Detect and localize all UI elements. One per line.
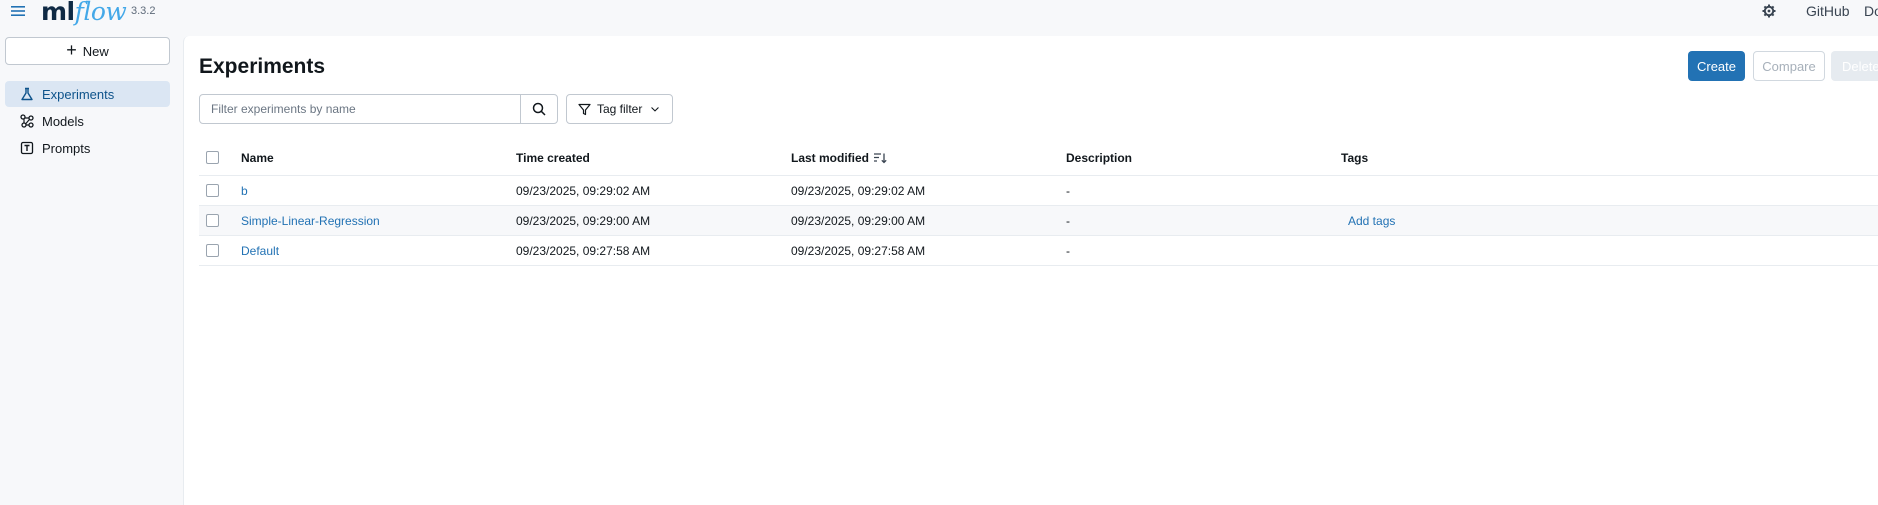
add-tags-link[interactable]: Add tags bbox=[1348, 206, 1395, 235]
experiment-name-link[interactable]: Simple-Linear-Regression bbox=[241, 206, 380, 235]
description-cell: - bbox=[1066, 183, 1070, 198]
time-created-cell: 09/23/2025, 09:27:58 AM bbox=[516, 243, 651, 258]
table-row[interactable]: Default 09/23/2025, 09:27:58 AM 09/23/20… bbox=[199, 236, 1878, 266]
create-button[interactable]: Create bbox=[1688, 51, 1745, 81]
column-header-time-created[interactable]: Time created bbox=[516, 140, 590, 175]
sidebar-item-label: Prompts bbox=[42, 140, 91, 156]
new-button[interactable]: + New bbox=[5, 37, 170, 65]
new-button-label: New bbox=[82, 43, 109, 59]
top-bar: mlflow 3.3.2 GitHub Docs bbox=[0, 0, 1878, 36]
time-created-cell: 09/23/2025, 09:29:02 AM bbox=[516, 183, 651, 198]
search-input[interactable] bbox=[199, 94, 521, 124]
compare-button[interactable]: Compare bbox=[1753, 51, 1825, 81]
sidebar: + New Experiments Models Prompts bbox=[0, 36, 183, 505]
models-icon bbox=[20, 114, 34, 128]
column-header-description: Description bbox=[1066, 150, 1133, 165]
experiment-name-link[interactable]: b bbox=[241, 176, 248, 205]
column-header-label: Last modified bbox=[791, 150, 870, 165]
page-title: Experiments bbox=[199, 55, 326, 78]
sidebar-item-label: Experiments bbox=[42, 86, 115, 102]
last-modified-cell: 09/23/2025, 09:29:00 AM bbox=[791, 213, 926, 228]
logo-ml-text: ml bbox=[41, 0, 75, 26]
row-checkbox[interactable] bbox=[206, 184, 219, 197]
main-content: Experiments Create Compare Delete Tag fi… bbox=[183, 36, 1878, 505]
prompt-icon bbox=[20, 141, 34, 155]
delete-button[interactable]: Delete bbox=[1831, 51, 1878, 81]
menu-icon[interactable] bbox=[11, 4, 25, 18]
sidebar-item-models[interactable]: Models bbox=[5, 108, 170, 134]
column-header-tags: Tags bbox=[1341, 150, 1369, 165]
column-header-last-modified[interactable]: Last modified bbox=[791, 140, 887, 175]
search-icon bbox=[532, 102, 546, 116]
tag-filter-dropdown[interactable]: Tag filter bbox=[566, 94, 673, 124]
last-modified-cell: 09/23/2025, 09:29:02 AM bbox=[791, 183, 926, 198]
experiment-name-link[interactable]: Default bbox=[241, 236, 279, 265]
docs-link[interactable]: Docs bbox=[1864, 3, 1878, 19]
filter-icon bbox=[578, 103, 591, 115]
table-row[interactable]: Simple-Linear-Regression 09/23/2025, 09:… bbox=[199, 206, 1878, 236]
table-header-row: Name Time created Last modified Descript… bbox=[199, 140, 1878, 176]
settings-icon[interactable] bbox=[1762, 4, 1776, 18]
plus-icon: + bbox=[66, 40, 77, 60]
last-modified-cell: 09/23/2025, 09:27:58 AM bbox=[791, 243, 926, 258]
experiments-table: Name Time created Last modified Descript… bbox=[199, 140, 1878, 266]
mlflow-logo[interactable]: mlflow bbox=[41, 0, 127, 27]
version-label: 3.3.2 bbox=[131, 5, 156, 17]
logo-flow-text: flow bbox=[74, 0, 127, 26]
search-button[interactable] bbox=[520, 94, 558, 124]
table-row[interactable]: b 09/23/2025, 09:29:02 AM 09/23/2025, 09… bbox=[199, 176, 1878, 206]
chevron-down-icon bbox=[651, 107, 660, 112]
time-created-cell: 09/23/2025, 09:29:00 AM bbox=[516, 213, 651, 228]
column-header-name[interactable]: Name bbox=[241, 140, 274, 175]
sort-descending-icon[interactable] bbox=[873, 152, 887, 164]
description-cell: - bbox=[1066, 243, 1070, 258]
github-link[interactable]: GitHub bbox=[1806, 3, 1850, 19]
tag-filter-label: Tag filter bbox=[597, 102, 643, 116]
sidebar-item-label: Models bbox=[42, 113, 84, 129]
sidebar-item-experiments[interactable]: Experiments bbox=[5, 81, 170, 107]
row-checkbox[interactable] bbox=[206, 214, 219, 227]
beaker-icon bbox=[21, 87, 33, 101]
sidebar-item-prompts[interactable]: Prompts bbox=[5, 135, 170, 161]
select-all-checkbox[interactable] bbox=[206, 151, 219, 164]
row-checkbox[interactable] bbox=[206, 244, 219, 257]
description-cell: - bbox=[1066, 213, 1070, 228]
